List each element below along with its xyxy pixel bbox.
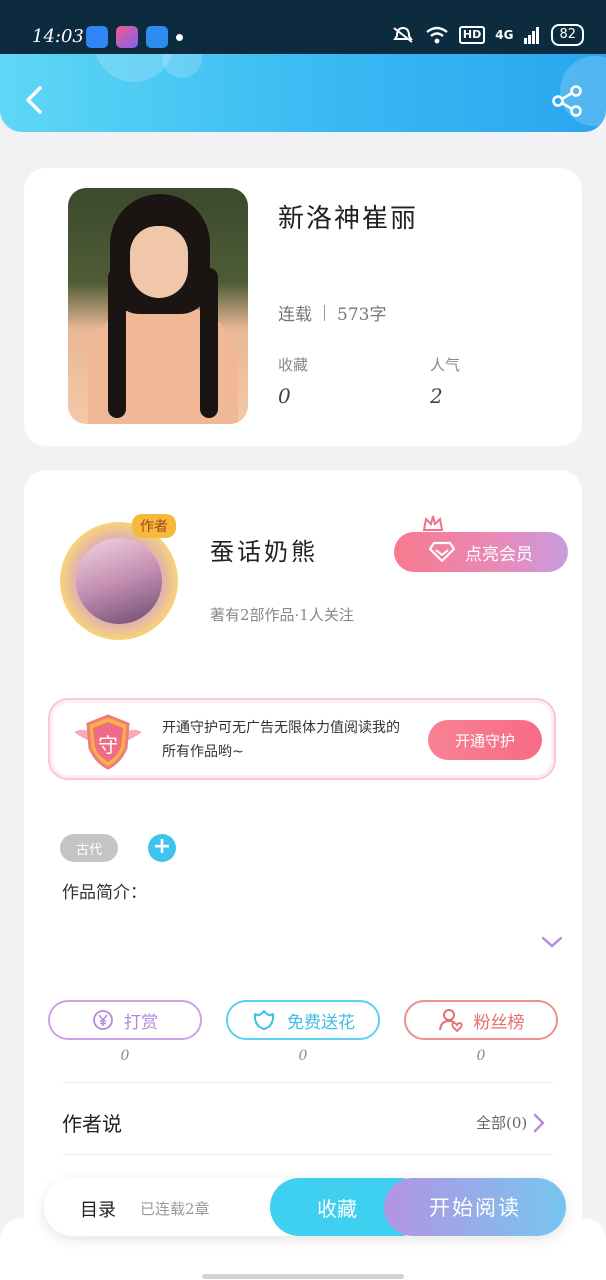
- status-bar: 14:03 HD 4G 82: [0, 0, 606, 54]
- vip-button[interactable]: 点亮会员: [394, 532, 568, 572]
- avatar-image: [76, 538, 162, 624]
- network-label: 4G: [495, 28, 514, 42]
- more-notifications-dot: [176, 34, 183, 41]
- hd-icon: HD: [458, 26, 486, 44]
- fan-ranking-button-label: 粉丝榜: [473, 1012, 525, 1033]
- app-notification-icon: [86, 26, 108, 48]
- toc-button[interactable]: 目录: [80, 1196, 116, 1222]
- top-header: 14:03 HD 4G 82: [0, 0, 606, 132]
- app-notification-icon: [146, 26, 168, 48]
- fan-ranking-button[interactable]: 粉丝榜: [404, 1000, 558, 1040]
- author-meta: 著有2部作品·1人关注: [210, 606, 354, 624]
- bottom-action-bar: 目录 已连载2章 收藏 开始阅读: [44, 1178, 566, 1236]
- reward-button-label: 打赏: [124, 1012, 158, 1033]
- yen-coin-icon: [93, 1010, 113, 1030]
- diamond-icon: [429, 541, 455, 563]
- flower-count: 0: [298, 1048, 308, 1064]
- author-name[interactable]: 蚕话奶熊: [210, 532, 318, 567]
- author-details-card: 作者 蚕话奶熊 著有2部作品·1人关注 点亮会员 守 开通守护可无广告无限体力值…: [24, 470, 582, 1260]
- book-title: 新洛神崔丽: [278, 204, 419, 234]
- share-button[interactable]: [550, 84, 584, 118]
- section-divider: [62, 1082, 554, 1083]
- author-says-all-link[interactable]: 全部(0): [476, 1112, 547, 1133]
- mute-bell-icon: [393, 26, 413, 43]
- chevron-down-icon[interactable]: [540, 934, 564, 950]
- send-flower-button-label: 免费送花: [287, 1012, 355, 1033]
- guard-shield-char: 守: [98, 733, 118, 757]
- book-meta: 连载 573字: [278, 300, 386, 325]
- reward-count: 0: [120, 1048, 130, 1064]
- book-info-card: 新洛神崔丽 连载 573字 收藏 人气 0 2: [24, 168, 582, 446]
- book-cover-image[interactable]: [68, 188, 248, 424]
- reward-button[interactable]: 打赏: [48, 1000, 202, 1040]
- vip-button-label: 点亮会员: [465, 544, 533, 565]
- app-notification-icon: [116, 26, 138, 48]
- status-indicators: HD 4G 82: [391, 24, 584, 46]
- meta-divider: [324, 304, 325, 321]
- status-time: 14:03: [32, 26, 84, 47]
- chapter-count: 已连载2章: [140, 1200, 210, 1218]
- add-tag-button[interactable]: +: [148, 834, 176, 862]
- open-guard-button[interactable]: 开通守护: [428, 720, 542, 760]
- chevron-right-icon: [534, 1113, 545, 1132]
- intro-label: 作品简介：: [62, 883, 147, 903]
- tag-chip[interactable]: 古代: [60, 834, 118, 862]
- wifi-icon: [426, 26, 448, 44]
- guard-promo-text: 开通守护可无广告无限体力值阅读我的所有作品哟~: [162, 720, 400, 760]
- fan-count: 0: [476, 1048, 486, 1064]
- favorites-value: 0: [278, 384, 291, 408]
- author-says-all-label: 全部(0): [476, 1114, 528, 1132]
- cover-figure-braid: [200, 268, 218, 418]
- crown-icon: [422, 515, 444, 531]
- back-button[interactable]: [20, 84, 52, 116]
- author-avatar[interactable]: 作者: [40, 512, 200, 650]
- start-reading-button[interactable]: 开始阅读: [384, 1178, 566, 1236]
- author-badge: 作者: [132, 514, 176, 538]
- cover-figure-braid: [108, 268, 126, 418]
- user-heart-icon: [438, 1009, 463, 1033]
- battery-icon: 82: [551, 24, 584, 46]
- signal-icon: [524, 27, 540, 44]
- guard-shield-icon: 守: [74, 714, 142, 770]
- flower-icon: [253, 1010, 275, 1030]
- author-says-title: 作者说: [62, 1112, 122, 1136]
- popularity-label: 人气: [430, 356, 461, 374]
- popularity-value: 2: [430, 384, 443, 408]
- book-word-count: 573字: [337, 305, 387, 325]
- section-divider: [62, 1154, 554, 1155]
- book-status: 连载: [278, 305, 312, 325]
- send-flower-button[interactable]: 免费送花: [226, 1000, 380, 1040]
- guard-promo-banner: 守 开通守护可无广告无限体力值阅读我的所有作品哟~ 开通守护: [48, 698, 556, 780]
- favorites-label: 收藏: [278, 356, 309, 374]
- home-indicator[interactable]: [202, 1274, 404, 1279]
- cover-figure-face: [130, 226, 188, 298]
